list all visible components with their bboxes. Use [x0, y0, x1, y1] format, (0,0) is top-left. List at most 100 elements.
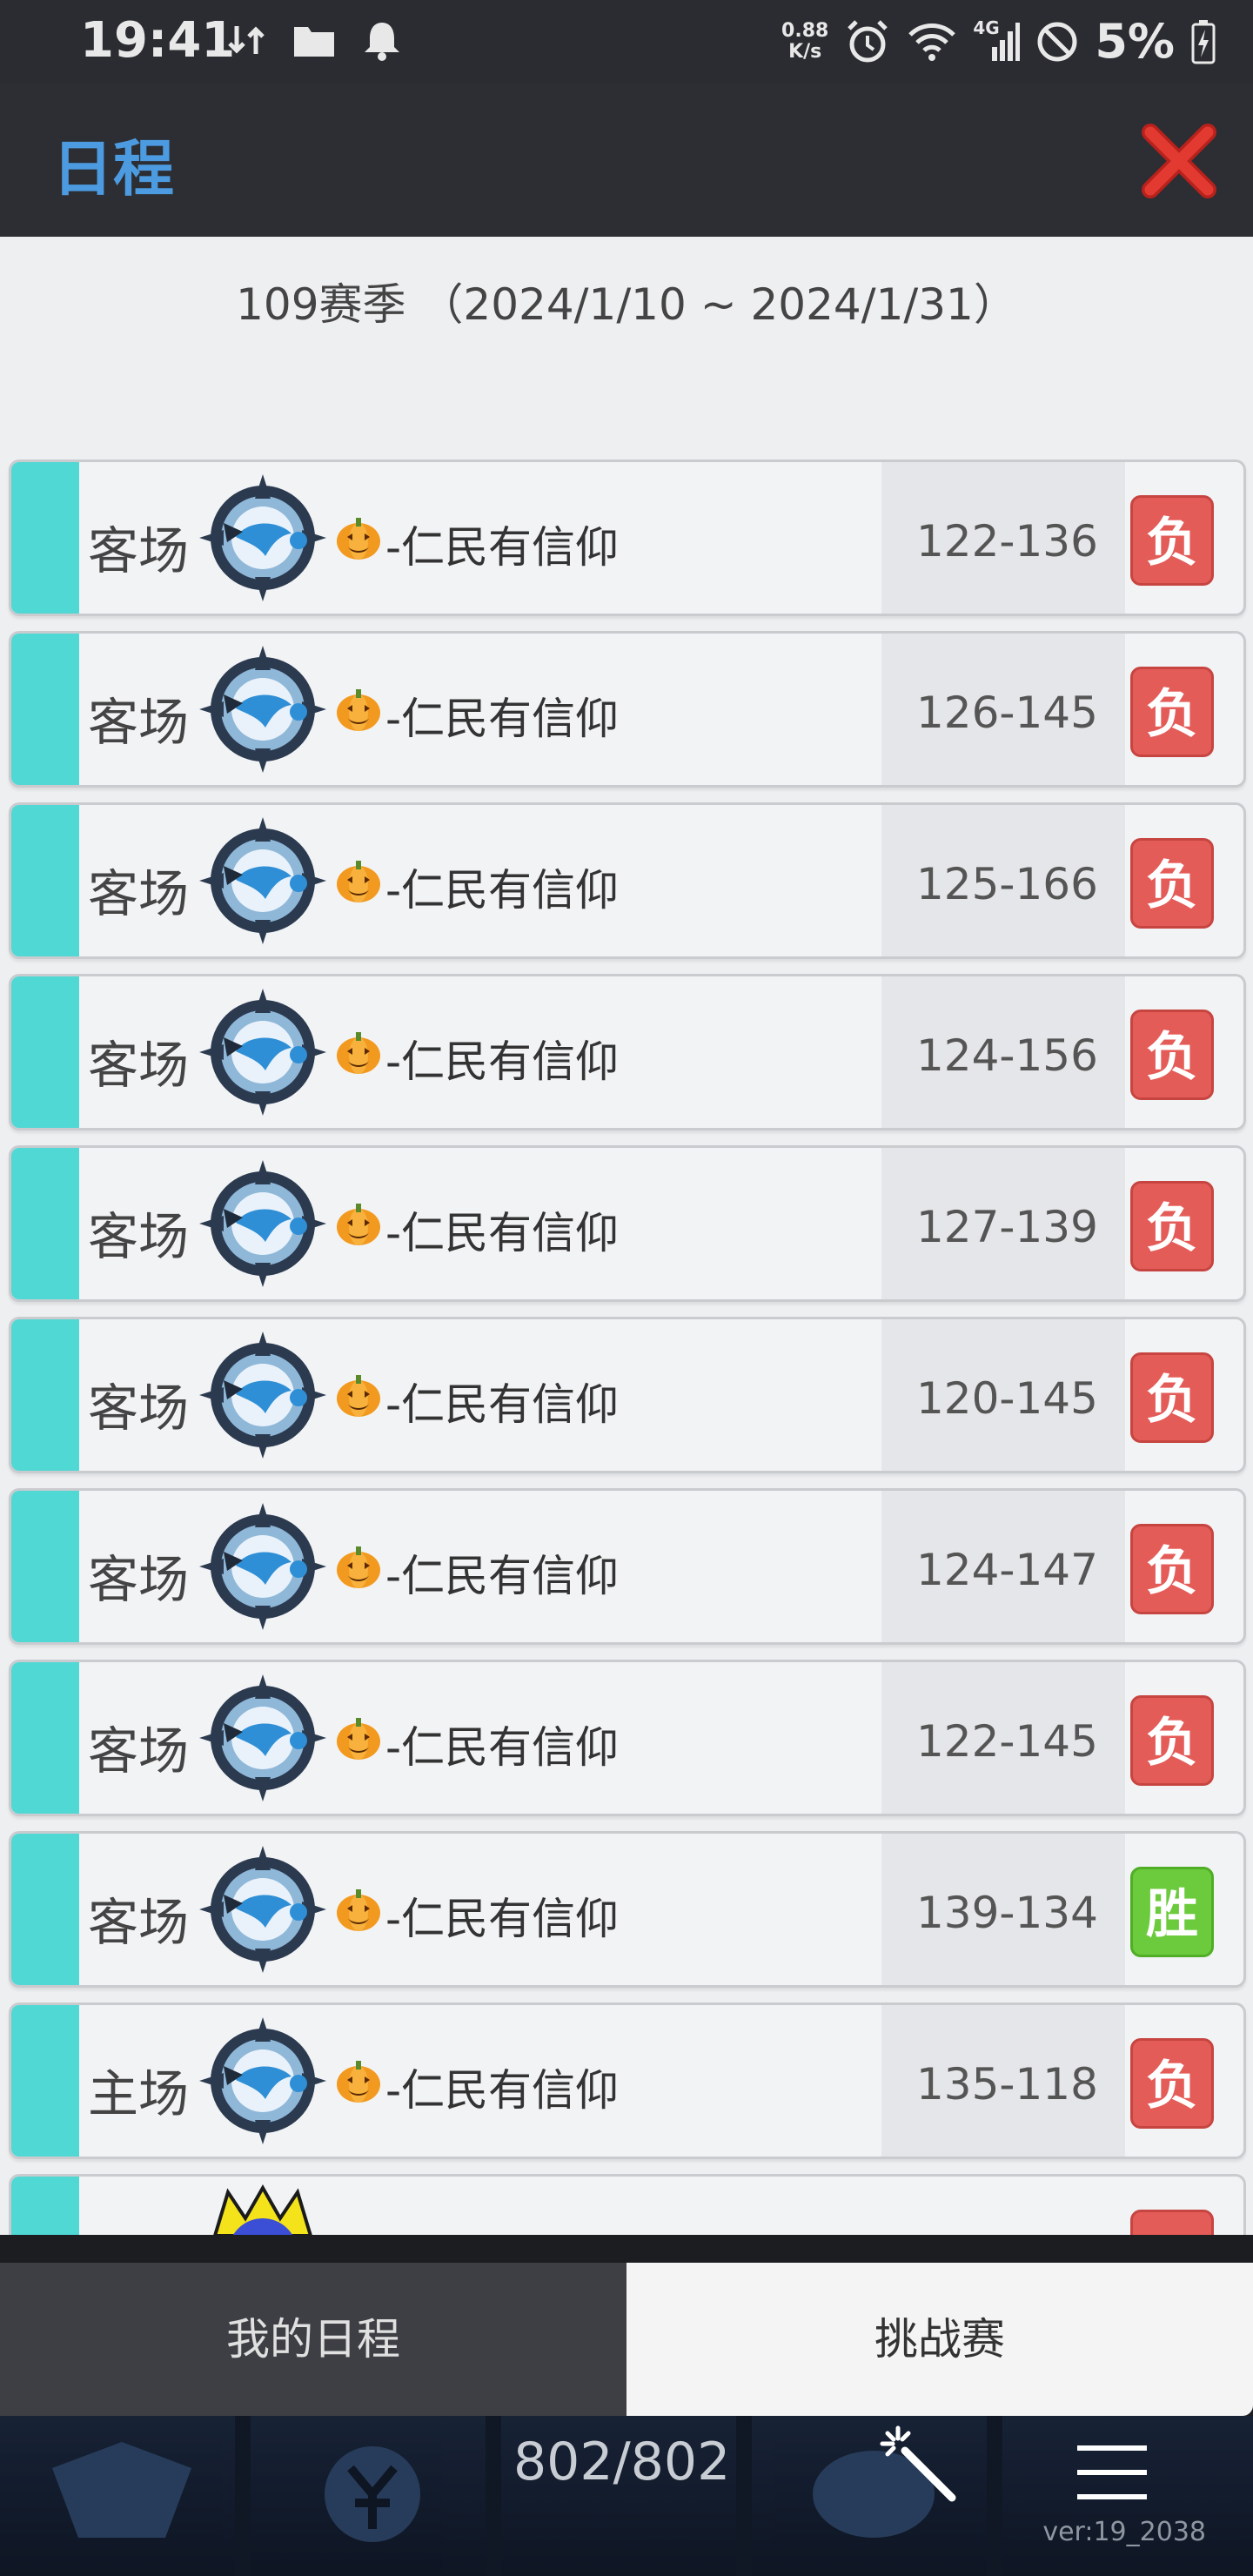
- team-name: -仁民有信仰: [385, 1894, 620, 1944]
- game-row[interactable]: 客场 -仁民有信仰: [9, 1145, 1246, 1302]
- game-row[interactable]: 客场 -仁民有信仰: [9, 1831, 1246, 1988]
- team-logo-icon: [213, 2184, 312, 2235]
- nav-icon: [52, 2442, 191, 2538]
- result-badge: 负: [1130, 838, 1214, 929]
- network-speed: 0.88 K/s: [781, 19, 829, 63]
- result-badge: 胜: [1130, 1867, 1214, 1957]
- magic-wand-icon[interactable]: [879, 2425, 957, 2503]
- battery-percent: 5%: [1095, 14, 1175, 69]
- result-badge: 负: [1130, 667, 1214, 757]
- row-accent-bar: [11, 976, 79, 1128]
- game-score: 124-147: [916, 1545, 1098, 1595]
- row-accent-bar: [11, 1319, 79, 1471]
- pumpkin-icon: [337, 1889, 380, 1931]
- team-name: -仁民有信仰: [385, 1208, 620, 1258]
- team-logo-icon: [199, 474, 326, 601]
- venue-label: 客场: [88, 1036, 190, 1095]
- venue-label: 主场: [88, 2064, 190, 2123]
- team-logo-icon: [199, 1160, 326, 1287]
- team-logo-icon: [199, 646, 326, 773]
- result-badge: 负: [1130, 1181, 1214, 1271]
- game-score: 120-145: [916, 1373, 1098, 1424]
- pumpkin-icon: [337, 518, 380, 560]
- game-row[interactable]: 客场 -仁民有信仰: [9, 1317, 1246, 1473]
- row-accent-bar: [11, 1491, 79, 1642]
- team-logo-icon: [199, 1674, 326, 1801]
- result-badge: 负: [1130, 1010, 1214, 1100]
- venue-label: 客场: [88, 1550, 190, 1609]
- game-bottom-nav: 802/802: [0, 2416, 1253, 2576]
- game-row-partial[interactable]: [9, 2174, 1246, 2235]
- venue-label: 客场: [88, 1207, 190, 1266]
- game-score: 122-136: [916, 516, 1098, 567]
- venue-label: 客场: [88, 864, 190, 923]
- version-label: ver:19_2038: [1042, 2517, 1206, 2547]
- bell-icon: [365, 23, 399, 61]
- nav-slot-2[interactable]: [251, 2416, 486, 2576]
- game-row[interactable]: 客场 -仁民有信仰: [9, 802, 1246, 959]
- game-score: 126-145: [916, 688, 1098, 738]
- game-row[interactable]: 客场 -仁民有信仰: [9, 631, 1246, 788]
- venue-label: 客场: [88, 693, 190, 752]
- game-row[interactable]: 客场 -仁民有信仰: [9, 1660, 1246, 1816]
- pumpkin-icon: [337, 1204, 380, 1245]
- schedule-tabs: 我的日程 挑战赛: [0, 2263, 1253, 2416]
- team-name: -仁民有信仰: [385, 2065, 620, 2116]
- schedule-content: 109赛季 （2024/1/10 ~ 2024/1/31） 客场 -仁民有信仰 …: [0, 237, 1253, 2235]
- schedule-header: 日程: [0, 84, 1253, 237]
- cell-signal: 4G: [973, 17, 1021, 63]
- status-bar: 19:41 0.88 K/s 4G 5%: [0, 0, 1253, 84]
- team-logo-icon: [199, 1503, 326, 1630]
- row-accent-bar: [11, 805, 79, 956]
- energy-counter: 802/802: [513, 2432, 731, 2492]
- team-name: -仁民有信仰: [385, 1379, 620, 1430]
- result-badge: 负: [1130, 1524, 1214, 1614]
- pumpkin-icon: [337, 2061, 380, 2103]
- game-score: 124-156: [916, 1030, 1098, 1081]
- team-name: -仁民有信仰: [385, 865, 620, 916]
- row-accent-bar: [11, 1148, 79, 1299]
- row-accent-bar: [11, 462, 79, 614]
- result-badge: 负: [1130, 495, 1214, 586]
- venue-label: 客场: [88, 1379, 190, 1438]
- venue-label: 客场: [88, 1721, 190, 1781]
- battery-charging-icon: [1191, 19, 1216, 64]
- team-name: -仁民有信仰: [385, 694, 620, 744]
- nav-slot-1[interactable]: [0, 2416, 235, 2576]
- alarm-icon: [848, 19, 888, 62]
- team-logo-icon: [199, 817, 326, 944]
- pumpkin-icon: [337, 1375, 380, 1417]
- team-name: -仁民有信仰: [385, 522, 620, 573]
- team-logo-icon: [199, 1846, 326, 1973]
- game-row[interactable]: 客场 -仁民有信仰: [9, 1488, 1246, 1645]
- team-name: -仁民有信仰: [385, 1551, 620, 1601]
- pumpkin-icon: [337, 1546, 380, 1588]
- result-badge: 负: [1130, 2038, 1214, 2129]
- pumpkin-icon: [337, 689, 380, 731]
- data-transfer-icon: [228, 26, 265, 54]
- team-logo-icon: [199, 989, 326, 1116]
- game-row[interactable]: 主场 -仁民有信仰 135-118 负: [9, 2002, 1246, 2159]
- pumpkin-icon: [337, 861, 380, 902]
- game-row[interactable]: 客场 -仁民有信仰: [9, 460, 1246, 616]
- result-badge: 负: [1130, 1352, 1214, 1443]
- currency-icon: [325, 2446, 420, 2542]
- result-badge: 负: [1130, 1695, 1214, 1786]
- venue-label: 客场: [88, 521, 190, 580]
- row-accent-bar: [11, 1834, 79, 1985]
- tab-my-schedule[interactable]: 我的日程: [0, 2263, 626, 2416]
- pumpkin-icon: [337, 1718, 380, 1760]
- game-list: 客场 -仁民有信仰 122-136 负 客场 -仁民有信仰 126-145 负 …: [9, 460, 1246, 2235]
- close-icon[interactable]: [1140, 122, 1218, 200]
- game-row[interactable]: 客场 -仁民有信仰: [9, 974, 1246, 1130]
- game-score: 125-166: [916, 859, 1098, 909]
- tab-challenge[interactable]: 挑战赛: [626, 2263, 1253, 2416]
- menu-icon[interactable]: [1077, 2442, 1147, 2503]
- team-logo-icon: [199, 2017, 326, 2144]
- game-score: 127-139: [916, 1202, 1098, 1252]
- venue-label: 客场: [88, 1893, 190, 1952]
- page-title: 日程: [52, 133, 174, 205]
- row-accent-bar: [11, 1662, 79, 1814]
- team-name: -仁民有信仰: [385, 1036, 620, 1087]
- row-accent-bar: [11, 2005, 79, 2157]
